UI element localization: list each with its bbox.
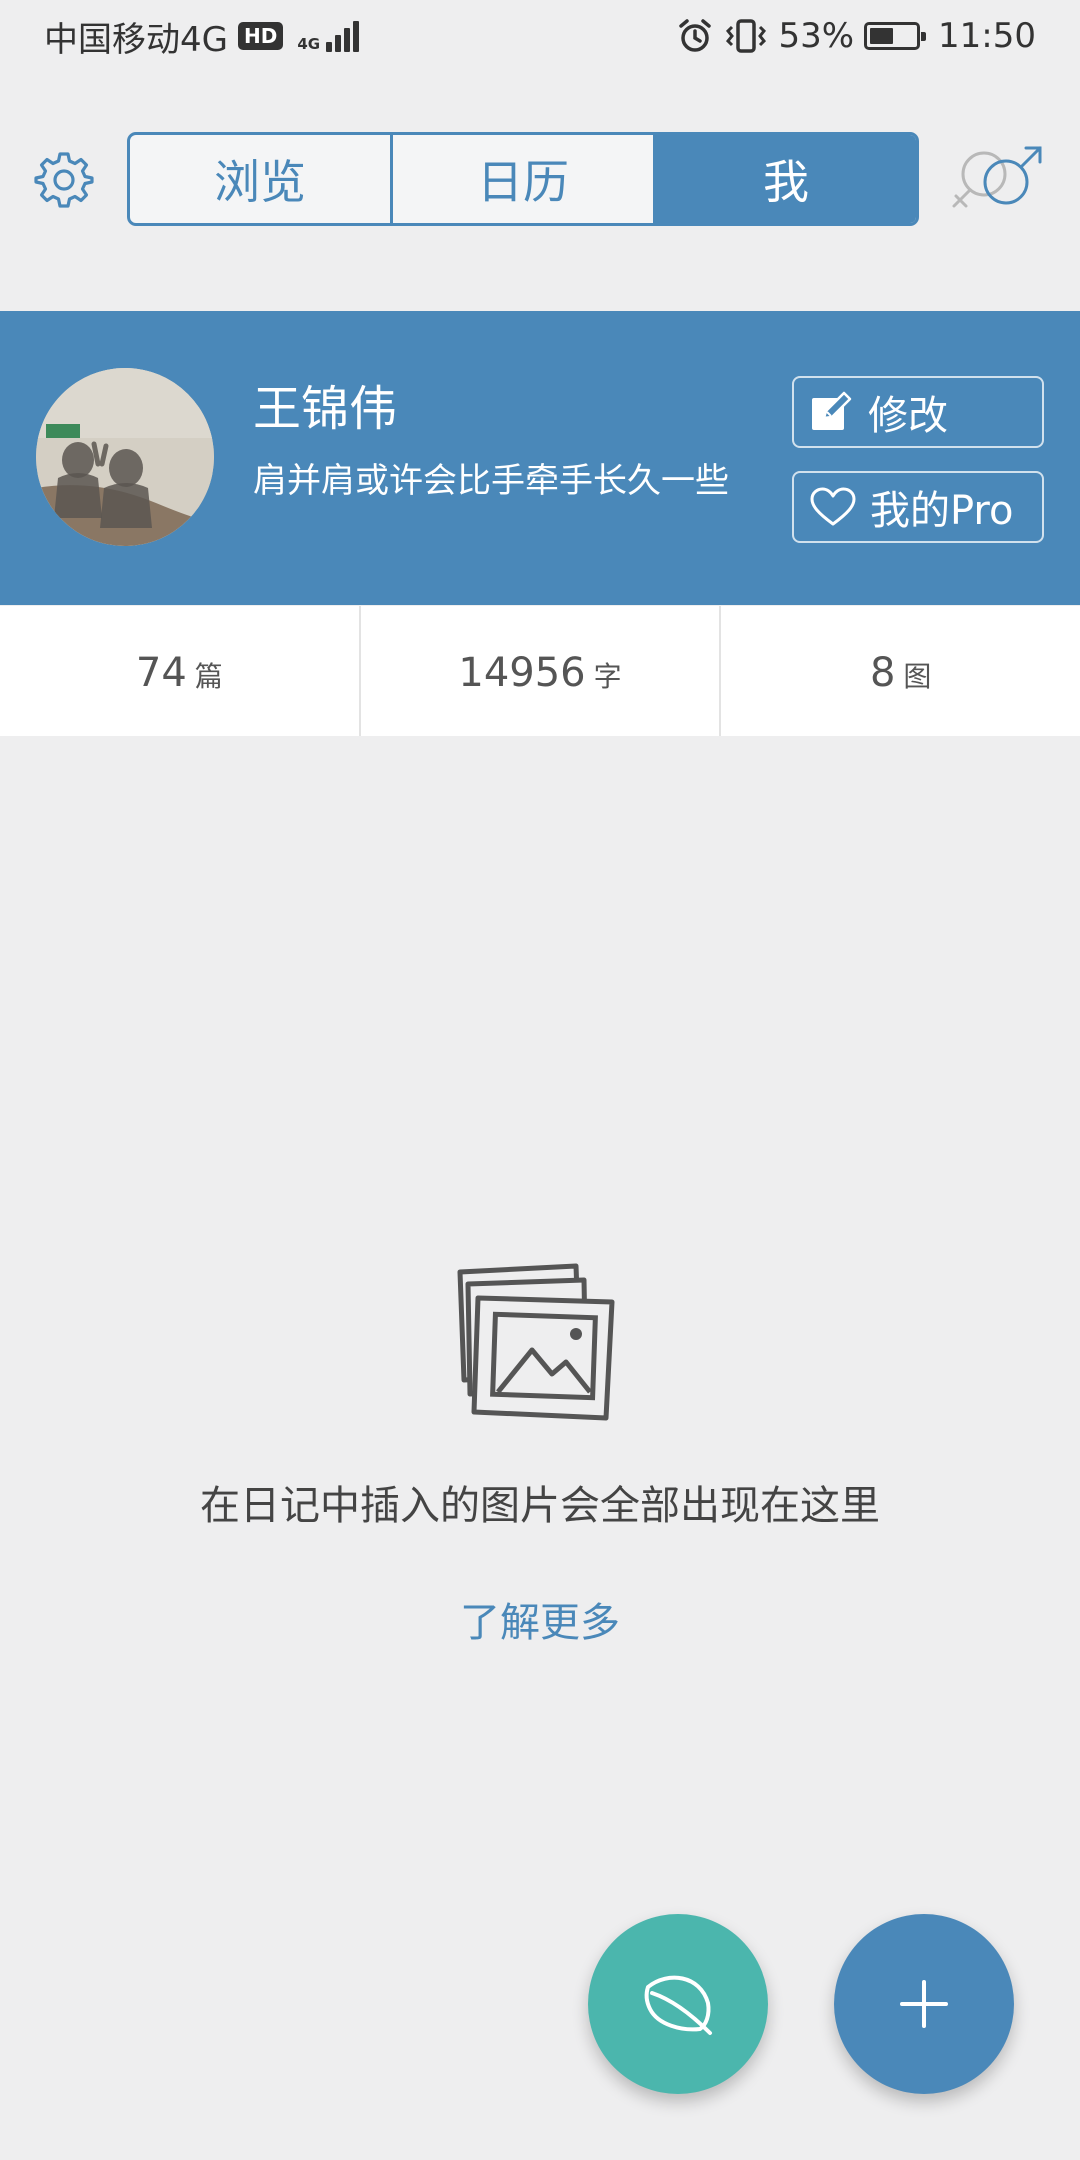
profile-bio: 肩并肩或许会比手牵手长久一些 <box>253 461 729 501</box>
view-tabs: 浏览 日历 我 <box>127 132 919 226</box>
heart-icon <box>810 487 856 526</box>
empty-state-message: 在日记中插入的图片会全部出现在这里 <box>200 1483 880 1529</box>
settings-gear-icon[interactable] <box>34 150 94 210</box>
tab-browse[interactable]: 浏览 <box>130 135 390 223</box>
photos-placeholder-icon <box>457 1263 615 1421</box>
stat-images-unit: 图 <box>903 660 932 693</box>
carrier-label: 中国移动4G <box>44 19 228 60</box>
stat-entries-unit: 篇 <box>194 660 223 693</box>
stat-entries[interactable]: 74 篇 <box>0 606 359 736</box>
vibrate-icon <box>726 19 767 53</box>
hd-badge: HD <box>237 22 284 50</box>
pro-button-label: 我的Pro <box>870 488 1014 534</box>
stat-words[interactable]: 14956 字 <box>358 606 720 736</box>
avatar[interactable] <box>36 368 214 546</box>
edit-profile-button[interactable]: 修改 <box>792 376 1044 448</box>
screen: 中国移动4G HD 4G 53% 11:50 浏览 日历 我 王锦伟 肩并肩或许… <box>0 0 1080 2160</box>
profile-banner: 王锦伟 肩并肩或许会比手牵手长久一些 修改 我的Pro <box>0 311 1080 605</box>
stat-words-value: 14956 <box>458 650 586 696</box>
status-bar: 中国移动4G HD 4G 53% 11:50 <box>0 0 1080 72</box>
tab-me[interactable]: 我 <box>653 135 916 223</box>
top-nav: 浏览 日历 我 <box>0 130 1080 228</box>
clock: 11:50 <box>938 16 1036 56</box>
status-right: 53% 11:50 <box>676 16 1036 56</box>
stat-words-unit: 字 <box>593 660 622 693</box>
my-pro-button[interactable]: 我的Pro <box>792 471 1044 543</box>
battery-fill <box>870 28 894 44</box>
gender-toggle-icon[interactable] <box>948 144 1048 214</box>
leaf-icon <box>644 1975 712 2035</box>
signal-icon: 4G <box>297 20 360 53</box>
learn-more-link[interactable]: 了解更多 <box>0 1590 1080 1648</box>
plus-icon <box>900 1980 948 2028</box>
avatar-photo <box>36 368 214 546</box>
alarm-icon <box>679 19 712 52</box>
stat-images[interactable]: 8 图 <box>719 606 1080 736</box>
battery-percent: 53% <box>778 16 855 56</box>
signal-network-label: 4G <box>297 34 321 53</box>
add-entry-fab-button[interactable] <box>834 1914 1014 2094</box>
edit-icon <box>812 391 852 430</box>
stat-images-value: 8 <box>869 650 896 696</box>
leaf-fab-button[interactable] <box>588 1914 768 2094</box>
profile-name: 王锦伟 <box>253 381 398 437</box>
edit-button-label: 修改 <box>868 393 948 439</box>
stats-bar: 74 篇 14956 字 8 图 <box>0 606 1080 736</box>
tab-calendar[interactable]: 日历 <box>390 135 653 223</box>
stat-entries-value: 74 <box>135 650 187 696</box>
status-left: 中国移动4G HD 4G <box>44 12 360 61</box>
battery-icon <box>864 22 927 50</box>
